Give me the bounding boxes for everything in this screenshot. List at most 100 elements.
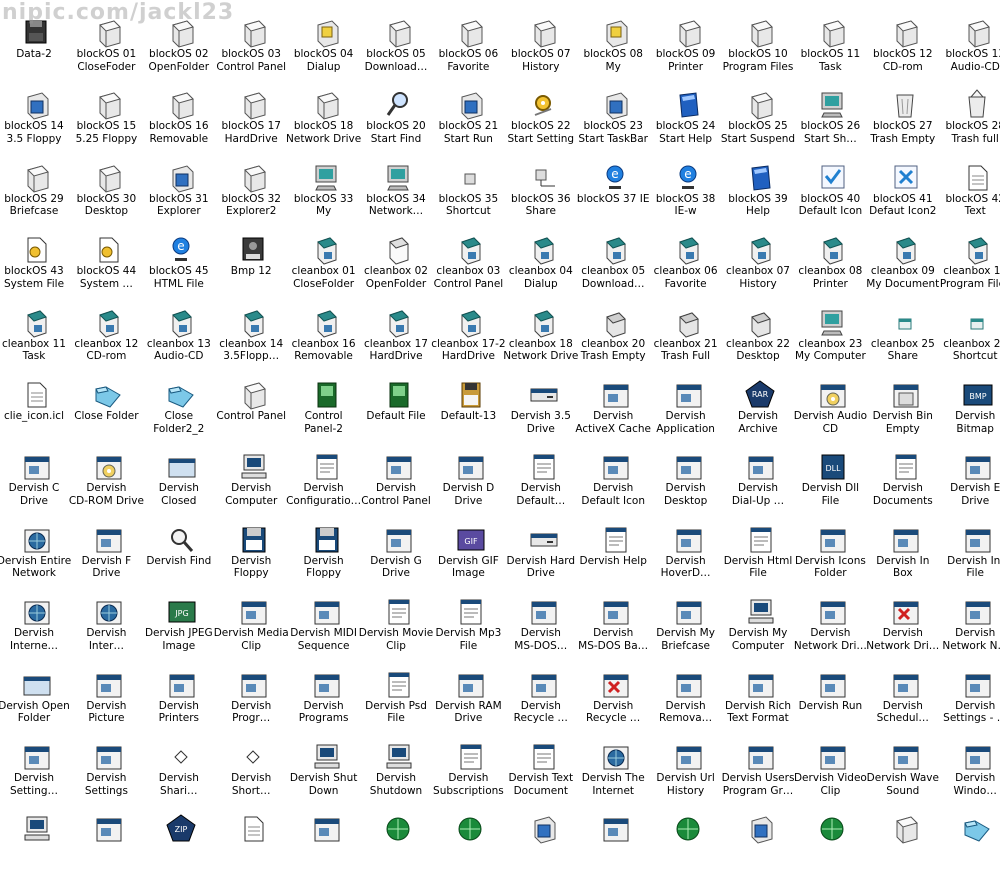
icon-tile[interactable]: blockOS 35 Shortcut — [432, 157, 504, 229]
icon-tile[interactable]: e blockOS 38 IE-w — [650, 157, 722, 229]
icon-tile[interactable]: Dervish F Drive — [70, 519, 142, 591]
icon-tile[interactable]: blockOS 34 Network… — [360, 157, 432, 229]
icon-tile[interactable]: Dervish Subscriptions — [432, 736, 504, 808]
icon-tile[interactable]: Dervish Interne… — [0, 591, 70, 663]
icon-tile[interactable]: Dervish Programs — [288, 664, 360, 736]
icon-tile[interactable]: blockOS 24 Start Help — [650, 84, 722, 156]
icon-tile[interactable]: ZIP — [143, 808, 215, 880]
icon-tile[interactable]: Dervish My Briefcase — [650, 591, 722, 663]
icon-tile[interactable]: cleanbox 21 Trash Full — [650, 302, 722, 374]
icon-tile[interactable]: Dervish My Computer — [722, 591, 794, 663]
icon-tile[interactable]: Dervish Media Clip — [214, 591, 289, 663]
icon-tile[interactable]: Dervish Psd File — [360, 664, 432, 736]
icon-tile[interactable]: cleanbox 18 Network Drive — [503, 302, 578, 374]
icon-tile[interactable]: blockOS 29 Briefcase — [0, 157, 70, 229]
icon-tile[interactable]: Dervish Floppy Drive (5.25) — [288, 519, 360, 591]
icon-tile[interactable]: Dervish Schedul… — [867, 664, 939, 736]
icon-tile[interactable]: Dervish Mp3 File — [432, 591, 504, 663]
icon-tile[interactable]: blockOS 02 OpenFolder — [143, 12, 215, 84]
icon-tile[interactable]: blockOS 12 CD-rom — [867, 12, 939, 84]
icon-tile[interactable]: blockOS 43 System File — [0, 229, 70, 301]
icon-tile[interactable]: blockOS 13 Audio-CD — [939, 12, 1000, 84]
icon-tile[interactable]: blockOS 44 System … — [70, 229, 142, 301]
icon-tile[interactable]: Dervish Windo… — [939, 736, 1000, 808]
icon-tile[interactable]: blockOS 05 Download… — [360, 12, 432, 84]
icon-tile[interactable]: Dervish Bin Empty — [867, 374, 939, 446]
icon-tile[interactable]: Dervish Icons Folder — [794, 519, 866, 591]
icon-tile[interactable]: Control Panel — [215, 374, 287, 446]
icon-tile[interactable]: Dervish In Box — [867, 519, 939, 591]
icon-tile[interactable]: blockOS 31 Explorer — [143, 157, 215, 229]
icon-tile[interactable] — [360, 808, 432, 880]
icon-tile[interactable]: Dervish Configuratio… — [286, 446, 361, 518]
icon-tile[interactable]: cleanbox 11 Task — [0, 302, 70, 374]
icon-tile[interactable]: Dervish Audio CD — [794, 374, 867, 446]
icon-tile[interactable]: e blockOS 37 IE — [577, 157, 649, 229]
icon-tile[interactable]: cleanbox 25 Share — [867, 302, 939, 374]
icon-tile[interactable]: BMP Dervish Bitmap Image — [939, 374, 1000, 446]
icon-tile[interactable]: blockOS 42 Text — [939, 157, 1000, 229]
icon-tile[interactable]: blockOS 15 5.25 Floppy — [70, 84, 142, 156]
icon-tile[interactable]: blockOS 04 Dialup — [288, 12, 360, 84]
icon-tile[interactable]: blockOS 21 Start Run — [432, 84, 504, 156]
icon-tile[interactable]: Dervish MIDI Sequence — [288, 591, 360, 663]
icon-tile[interactable]: Dervish Settings — [70, 736, 142, 808]
icon-tile[interactable]: Dervish Entire Network — [0, 519, 71, 591]
icon-tile[interactable]: Default-13 — [432, 374, 504, 446]
icon-tile[interactable]: blockOS 32 Explorer2 — [215, 157, 287, 229]
icon-tile[interactable]: cleanbox 16 Removable — [288, 302, 360, 374]
icon-tile[interactable]: blockOS 20 Start Find — [360, 84, 432, 156]
icon-tile[interactable] — [650, 808, 722, 880]
icon-tile[interactable]: blockOS 06 Favorite — [432, 12, 504, 84]
icon-tile[interactable]: Dervish Remova… — [650, 664, 722, 736]
icon-tile[interactable]: blockOS 28 Trash full — [939, 84, 1000, 156]
icon-tile[interactable]: Dervish Users Program Gr… — [722, 736, 794, 808]
icon-tile[interactable]: blockOS 26 Start Sh… — [794, 84, 866, 156]
icon-tile[interactable]: Dervish Floppy Drive (3.5) — [215, 519, 287, 591]
icon-tile[interactable]: cleanbox 12 CD-rom — [70, 302, 142, 374]
icon-tile[interactable]: Dervish Hard Drive — [505, 519, 577, 591]
icon-tile[interactable]: cleanbox 13 Audio-CD — [143, 302, 215, 374]
icon-tile[interactable]: Dervish Dial-Up … — [722, 446, 794, 518]
icon-tile[interactable]: blockOS 40 Default Icon — [794, 157, 866, 229]
icon-tile[interactable]: cleanbox 17-2 HardDrive — [431, 302, 506, 374]
icon-tile[interactable]: cleanbox 22 Desktop — [722, 302, 794, 374]
icon-tile[interactable] — [0, 808, 70, 880]
icon-tile[interactable]: Dervish Setting… — [0, 736, 70, 808]
icon-tile[interactable]: Dervish Html File — [722, 519, 794, 591]
icon-tile[interactable]: Dervish MS-DOS Ba… — [577, 591, 649, 663]
icon-tile[interactable]: Dervish Find — [143, 519, 215, 591]
icon-tile[interactable]: blockOS 25 Start Suspend — [721, 84, 795, 156]
icon-tile[interactable]: Dervish Help — [577, 519, 649, 591]
icon-tile[interactable]: Dervish Documents — [867, 446, 939, 518]
icon-tile[interactable]: Dervish Picture — [70, 664, 142, 736]
icon-tile[interactable]: Dervish Shari… — [143, 736, 215, 808]
icon-tile[interactable]: Dervish CD-ROM Drive — [69, 446, 144, 518]
icon-tile[interactable]: cleanbox 02 OpenFolder — [360, 229, 432, 301]
icon-tile[interactable]: Dervish MS-DOS… — [505, 591, 577, 663]
icon-tile[interactable]: blockOS 10 Program Files — [722, 12, 794, 84]
icon-tile[interactable]: blockOS 03 Control Panel — [215, 12, 287, 84]
icon-tile[interactable]: Dervish Run — [794, 664, 866, 736]
icon-tile[interactable]: cleanbox 05 Download… — [577, 229, 649, 301]
icon-tile[interactable]: blockOS 22 Start Setting — [505, 84, 577, 156]
icon-tile[interactable]: Default File — [360, 374, 432, 446]
icon-tile[interactable]: blockOS 27 Trash Empty — [867, 84, 939, 156]
icon-tile[interactable] — [867, 808, 939, 880]
icon-tile[interactable]: blockOS 11 Task — [794, 12, 866, 84]
icon-tile[interactable] — [722, 808, 794, 880]
icon-tile[interactable]: cleanbox 07 History — [722, 229, 794, 301]
icon-tile[interactable]: GIF Dervish GIF Image — [432, 519, 504, 591]
icon-tile[interactable]: blockOS 18 Network Drive — [286, 84, 361, 156]
icon-tile[interactable]: Dervish Wave Sound — [867, 736, 939, 808]
icon-tile[interactable]: cleanbox 06 Favorite — [650, 229, 722, 301]
icon-tile[interactable]: DLL Dervish Dll File — [794, 446, 866, 518]
icon-tile[interactable]: e blockOS 45 HTML File — [143, 229, 215, 301]
icon-tile[interactable]: blockOS 33 My Computer — [288, 157, 360, 229]
icon-tile[interactable]: Dervish Application — [650, 374, 722, 446]
icon-tile[interactable]: Dervish Closed Folder — [143, 446, 215, 518]
icon-tile[interactable]: blockOS 09 Printer — [650, 12, 722, 84]
icon-tile[interactable]: Dervish Url History — [650, 736, 722, 808]
icon-tile[interactable]: RAR Dervish Archive — [722, 374, 794, 446]
icon-tile[interactable] — [577, 808, 649, 880]
